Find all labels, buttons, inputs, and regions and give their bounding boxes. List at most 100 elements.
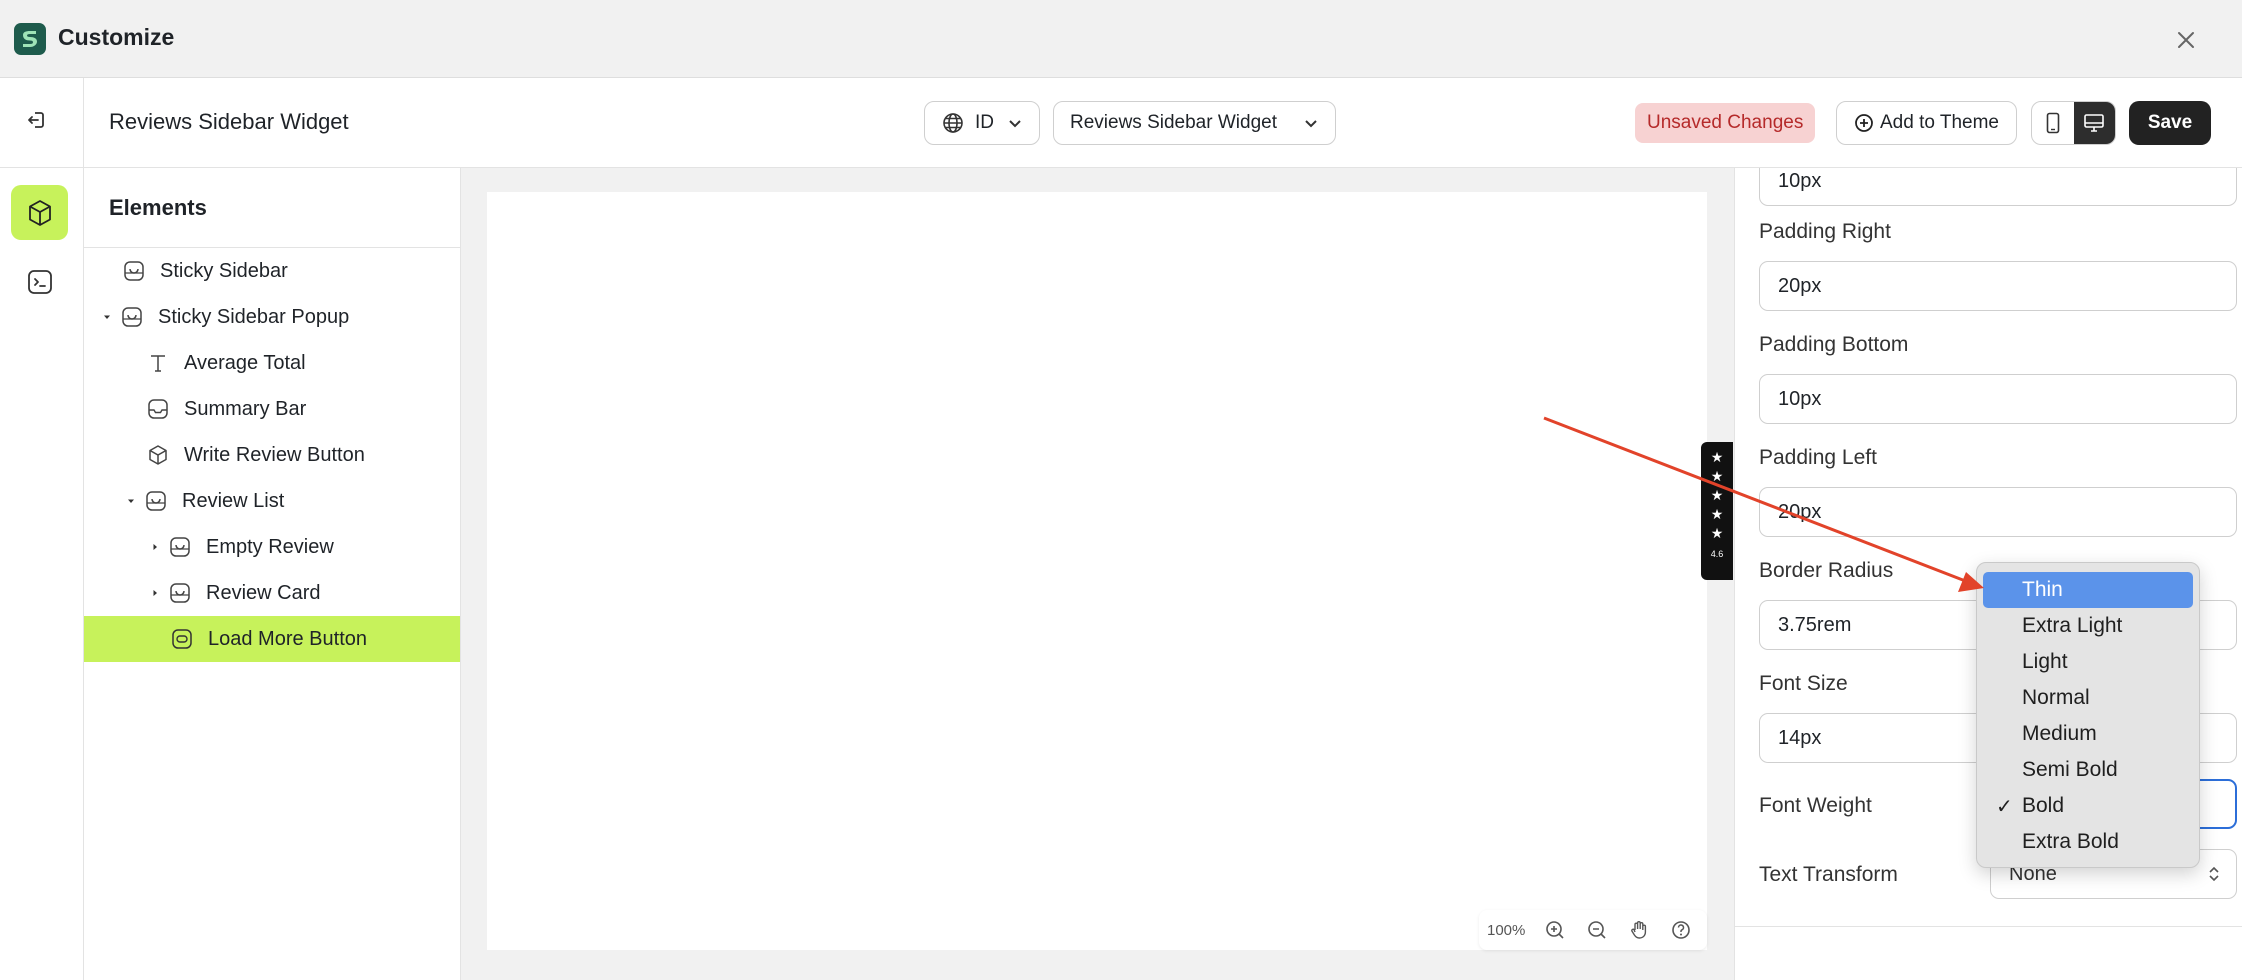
container-icon (144, 395, 172, 423)
widget-select-label: Reviews Sidebar Widget (1070, 112, 1277, 133)
left-rail (0, 168, 84, 980)
button-element-icon (168, 625, 196, 653)
rating-score: 4.6 (1710, 549, 1724, 559)
chevron-down-icon (1305, 120, 1317, 128)
widget-select[interactable]: Reviews Sidebar Widget (1053, 101, 1336, 145)
elements-panel: Elements Sticky Sidebar Sticky Sidebar P… (84, 168, 461, 980)
section-icon (142, 487, 170, 515)
tree-item-summary-bar[interactable]: Summary Bar (84, 386, 460, 432)
app-title: Customize (58, 24, 175, 50)
tree-item-label: Write Review Button (184, 443, 365, 466)
star-icon: ★ (1710, 449, 1724, 465)
tree-item-empty-review[interactable]: Empty Review (84, 524, 460, 570)
plus-circle-icon (1855, 114, 1873, 132)
tree-item-label: Review List (182, 489, 285, 512)
caret-down-icon[interactable] (124, 496, 138, 506)
padding-left-label: Padding Left (1759, 446, 1877, 469)
mobile-icon (2046, 112, 2060, 134)
text-icon (144, 349, 172, 377)
sticky-rating-tab[interactable]: ★ ★ ★ ★ ★ 4.6 (1701, 442, 1733, 580)
font-weight-option-label: Bold (2022, 794, 2065, 817)
star-icon: ★ (1710, 468, 1724, 484)
tree-item-label: Empty Review (206, 535, 334, 558)
font-weight-option[interactable]: Thin (1983, 572, 2193, 608)
tree-item-write-review-button[interactable]: Write Review Button (84, 432, 460, 478)
tree-item-label: Sticky Sidebar Popup (158, 305, 350, 328)
language-label: ID (975, 112, 994, 133)
tree-item-load-more-button[interactable]: Load More Button (84, 616, 460, 662)
font-weight-option[interactable]: Light (1983, 644, 2193, 680)
zoom-level: 100% (1487, 921, 1526, 939)
desktop-view-button[interactable] (2073, 102, 2115, 144)
hand-pan-icon[interactable] (1625, 916, 1653, 944)
font-weight-option[interactable]: Semi Bold (1983, 752, 2193, 788)
padding-top-input[interactable]: 10px (1759, 168, 2237, 206)
app-logo-icon (14, 23, 46, 55)
mobile-view-button[interactable] (2032, 102, 2074, 144)
add-to-theme-button[interactable]: Add to Theme (1836, 101, 2017, 145)
desktop-icon (2084, 114, 2105, 132)
zoom-toolbar: 100% (1479, 910, 1707, 950)
font-weight-label: Font Weight (1759, 794, 1872, 817)
section-icon (166, 533, 194, 561)
border-radius-label: Border Radius (1759, 559, 1894, 582)
font-weight-dropdown: Thin Extra Light Light Normal Medium Sem… (1976, 562, 2200, 868)
tree-item-label: Summary Bar (184, 397, 307, 420)
exit-icon[interactable] (20, 103, 54, 137)
font-weight-option[interactable]: Extra Bold (1983, 824, 2193, 860)
updown-chevron-icon (2209, 866, 2219, 882)
page-title: Reviews Sidebar Widget (109, 109, 349, 134)
elements-tab-button[interactable] (11, 185, 68, 240)
padding-right-input[interactable]: 20px (1759, 261, 2237, 311)
cube-icon (28, 199, 51, 226)
padding-right-label: Padding Right (1759, 220, 1891, 243)
cube-icon (144, 441, 172, 469)
tree-item-review-card[interactable]: Review Card (84, 570, 460, 616)
tree-item-label: Load More Button (208, 627, 367, 650)
caret-right-icon[interactable] (148, 542, 162, 552)
props-divider (1735, 926, 2242, 927)
font-weight-option[interactable]: Normal (1983, 680, 2193, 716)
device-toggle (2031, 101, 2116, 145)
star-icon: ★ (1710, 506, 1724, 522)
section-icon (118, 303, 146, 331)
section-icon (166, 579, 194, 607)
font-weight-option[interactable]: Medium (1983, 716, 2193, 752)
star-icon: ★ (1710, 487, 1724, 503)
tree-item-average-total[interactable]: Average Total (84, 340, 460, 386)
save-button[interactable]: Save (2129, 101, 2211, 145)
font-size-label: Font Size (1759, 672, 1848, 695)
title-bar: Customize (0, 0, 2242, 78)
caret-down-icon[interactable] (100, 312, 114, 322)
elements-panel-title: Elements (84, 168, 460, 248)
font-weight-option[interactable]: Extra Light (1983, 608, 2193, 644)
help-icon[interactable] (1667, 916, 1695, 944)
padding-bottom-input[interactable]: 10px (1759, 374, 2237, 424)
tree-item-review-list[interactable]: Review List (84, 478, 460, 524)
add-to-theme-label: Add to Theme (1879, 112, 1999, 133)
star-icon: ★ (1710, 525, 1724, 541)
unsaved-changes-badge: Unsaved Changes (1635, 103, 1816, 143)
globe-icon (943, 113, 963, 133)
tree-item-sticky-sidebar-popup[interactable]: Sticky Sidebar Popup (84, 294, 460, 340)
padding-left-input[interactable]: 20px (1759, 487, 2237, 537)
checkmark-icon: ✓ (1996, 796, 2013, 818)
text-transform-label: Text Transform (1759, 863, 1898, 886)
tree-item-sticky-sidebar[interactable]: Sticky Sidebar (84, 248, 460, 294)
close-icon[interactable] (2168, 22, 2204, 58)
zoom-in-icon[interactable] (1541, 916, 1569, 944)
canvas-area: ★ ★ ★ ★ ★ 4.6 100% (461, 168, 1734, 980)
chevron-down-icon (1009, 120, 1021, 128)
language-select[interactable]: ID (924, 101, 1040, 145)
zoom-out-icon[interactable] (1583, 916, 1611, 944)
tree-item-label: Sticky Sidebar (160, 259, 288, 282)
terminal-icon (27, 269, 52, 294)
section-icon (120, 257, 148, 285)
canvas-preview[interactable]: ★ ★ ★ ★ ★ 4.6 100% (487, 192, 1733, 950)
font-weight-option-selected[interactable]: ✓ Bold (1983, 788, 2193, 824)
padding-bottom-label: Padding Bottom (1759, 333, 1909, 356)
code-tab-button[interactable] (11, 254, 68, 309)
tree-item-label: Average Total (184, 351, 306, 374)
caret-right-icon[interactable] (148, 588, 162, 598)
editor-header: Reviews Sidebar Widget ID Reviews Sideba… (0, 78, 2242, 168)
